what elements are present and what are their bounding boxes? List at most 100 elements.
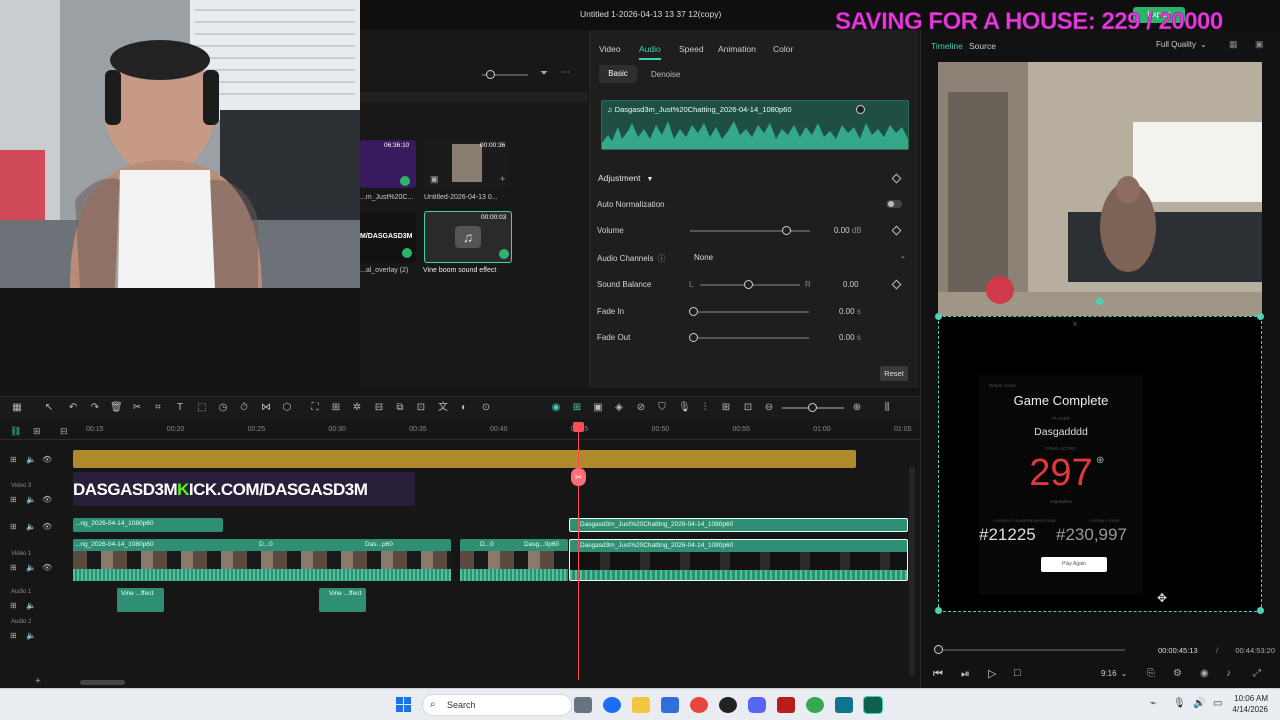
subtab-basic[interactable]: Basic <box>599 65 637 83</box>
time-ruler[interactable]: 00:1500:2000:2500:3000:3500:4000:4500:50… <box>0 418 920 440</box>
volume-value[interactable]: 0.00 dB <box>834 226 862 235</box>
palette-icon[interactable]: ◐ <box>458 402 470 414</box>
play-again-button[interactable]: Play Again <box>1041 557 1107 572</box>
resize-handle[interactable] <box>1257 313 1264 320</box>
columns-icon[interactable]: ⫼ <box>881 402 893 414</box>
audio1-clip[interactable]: Vine ...ffect <box>117 588 164 612</box>
magnet-icon[interactable]: ⊞ <box>571 402 583 414</box>
camera-icon[interactable]: ◉ <box>1200 668 1209 679</box>
video1-clip[interactable]: ...ng_2026-04-14_1080p60 D...0 Das...p60 <box>73 539 451 581</box>
video1-clip[interactable]: D...0 Dasg...0p60 <box>460 539 568 581</box>
track-mute-icon[interactable]: 🔈 <box>26 495 36 504</box>
zoom-out-icon[interactable]: ⊖ <box>763 402 775 414</box>
title-clip[interactable]: DASGASD3MKICK.COM/DASGASD3M <box>73 472 415 506</box>
edge-icon[interactable] <box>603 697 621 713</box>
balance-slider-knob[interactable] <box>744 280 753 289</box>
auto-normalization-toggle[interactable] <box>886 200 902 208</box>
add-icon[interactable]: + <box>35 676 41 687</box>
track-mute-icon[interactable]: 🔈 <box>26 631 36 640</box>
track-mute-icon[interactable]: 🔈 <box>26 601 36 610</box>
fade-out-value[interactable]: 0.00 s <box>839 333 861 342</box>
layout-icon[interactable]: ▦ <box>11 402 23 414</box>
subtitle-icon[interactable]: ⊞ <box>720 402 732 414</box>
playback-scrubber[interactable] <box>935 649 1125 651</box>
keyframe-panel-icon[interactable]: ◈ <box>613 402 625 414</box>
play-icon[interactable]: ▷ <box>988 667 996 680</box>
more-icon[interactable]: ⋯ <box>560 67 570 78</box>
render-icon[interactable]: ▣ <box>592 402 604 414</box>
filmora-icon[interactable] <box>863 696 883 714</box>
quality-select[interactable]: Full Quality ⌄ <box>1156 40 1207 49</box>
video2-clip[interactable]: ...ng_2026-04-14_1080p60 <box>73 518 223 532</box>
track-visible-icon[interactable]: 👁 <box>42 522 52 531</box>
horizontal-scrollbar[interactable] <box>80 680 125 685</box>
windows-start-icon[interactable] <box>396 697 412 713</box>
acrobat-icon[interactable] <box>777 697 795 713</box>
volume-slider-knob[interactable] <box>782 226 791 235</box>
task-view-icon[interactable] <box>574 697 592 713</box>
file-explorer-icon[interactable] <box>632 697 650 713</box>
zoom-slider-knob[interactable] <box>486 70 495 79</box>
shield-icon[interactable]: ⛉ <box>656 402 668 414</box>
keyframe-icon[interactable] <box>891 173 902 184</box>
effects-icon[interactable]: ✲ <box>351 402 363 414</box>
crop-icon[interactable]: ⌗ <box>152 402 164 414</box>
stop-icon[interactable]: □ <box>1014 667 1021 679</box>
redo-icon[interactable]: ↷ <box>89 402 101 414</box>
media-thumb-2[interactable]: 00:00:36 ▣ + <box>424 140 510 188</box>
volume-icon[interactable]: ♪ <box>1226 668 1231 679</box>
obs-icon[interactable] <box>719 697 737 713</box>
undo-icon[interactable]: ↶ <box>67 402 79 414</box>
scene-detect-icon[interactable]: ⊘ <box>635 402 647 414</box>
tab-video[interactable]: Video <box>599 44 621 54</box>
mask-icon[interactable]: ⊡ <box>415 402 427 414</box>
rotate-handle[interactable] <box>1096 298 1103 305</box>
fade-out-slider-knob[interactable] <box>689 333 698 342</box>
split-icon[interactable]: ✂ <box>131 402 143 414</box>
track-mute-icon[interactable]: 🔈 <box>26 563 36 572</box>
stabilize-icon[interactable]: ⬡ <box>281 402 293 414</box>
track-icon[interactable]: ⊟ <box>373 402 385 414</box>
group-icon[interactable]: ⧉ <box>394 402 406 414</box>
timeline-zoom-knob[interactable] <box>808 403 817 412</box>
vertical-scrollbar[interactable] <box>909 466 915 676</box>
ai-tool-icon[interactable]: ⬚ <box>196 402 208 414</box>
game-overlay-frame[interactable]: × Return Home Game Complete PLAYER Dasga… <box>935 298 1264 614</box>
grid-icon[interactable]: ▦ <box>1229 39 1238 50</box>
fade-in-slider[interactable] <box>694 311 809 313</box>
delete-icon[interactable]: 🗑 <box>110 402 123 414</box>
audio-channels-select[interactable]: None ⌄ <box>690 249 910 265</box>
text-icon[interactable]: T <box>174 402 186 414</box>
track-lock-icon[interactable]: ⊞ <box>10 601 17 610</box>
audio1-clip[interactable]: Vine ...ffect <box>319 588 366 612</box>
tab-speed[interactable]: Speed <box>679 44 704 54</box>
microphone-icon[interactable]: 🎙 <box>678 402 691 414</box>
playhead[interactable] <box>578 422 579 680</box>
track-visible-icon[interactable]: 👁 <box>42 563 52 572</box>
fade-in-slider-knob[interactable] <box>689 307 698 316</box>
speed-icon[interactable]: ◷ <box>217 402 229 414</box>
select-tool-icon[interactable]: ↖ <box>43 402 55 414</box>
add-icon[interactable]: + <box>500 174 505 184</box>
media-thumb-3[interactable]: M/DASGASD3M <box>360 213 416 263</box>
taskbar-search[interactable]: ⌕ Search <box>422 694 572 716</box>
timer-icon[interactable]: ⏱ <box>238 402 250 414</box>
waveform-handle[interactable] <box>856 105 865 114</box>
track-visible-icon[interactable]: 👁 <box>42 495 52 504</box>
browser-icon[interactable] <box>806 697 824 713</box>
video2-clip-selected[interactable]: Dasgasd3m_Just%20Chatting_2026-04-14_108… <box>569 518 908 532</box>
app-icon[interactable] <box>835 697 853 713</box>
transition-icon[interactable]: ⋈ <box>260 402 272 414</box>
tab-source[interactable]: Source <box>969 41 996 51</box>
marker-icon[interactable]: ⎘ <box>1147 668 1155 679</box>
store-icon[interactable] <box>661 697 679 713</box>
close-icon[interactable]: × <box>1072 319 1078 330</box>
clock-date[interactable]: 4/14/2026 <box>1218 705 1268 714</box>
microphone-icon[interactable]: 🎙 <box>1173 698 1186 709</box>
resize-handle[interactable] <box>935 607 942 614</box>
subtab-denoise[interactable]: Denoise <box>651 70 680 79</box>
video1-clip-selected[interactable]: Dasgasd3m_Just%20Chatting_2026-04-14_108… <box>569 539 908 581</box>
tab-animation[interactable]: Animation <box>718 44 756 54</box>
adjust-icon[interactable]: ⊞ <box>330 402 342 414</box>
balance-value[interactable]: 0.00 <box>843 280 859 289</box>
